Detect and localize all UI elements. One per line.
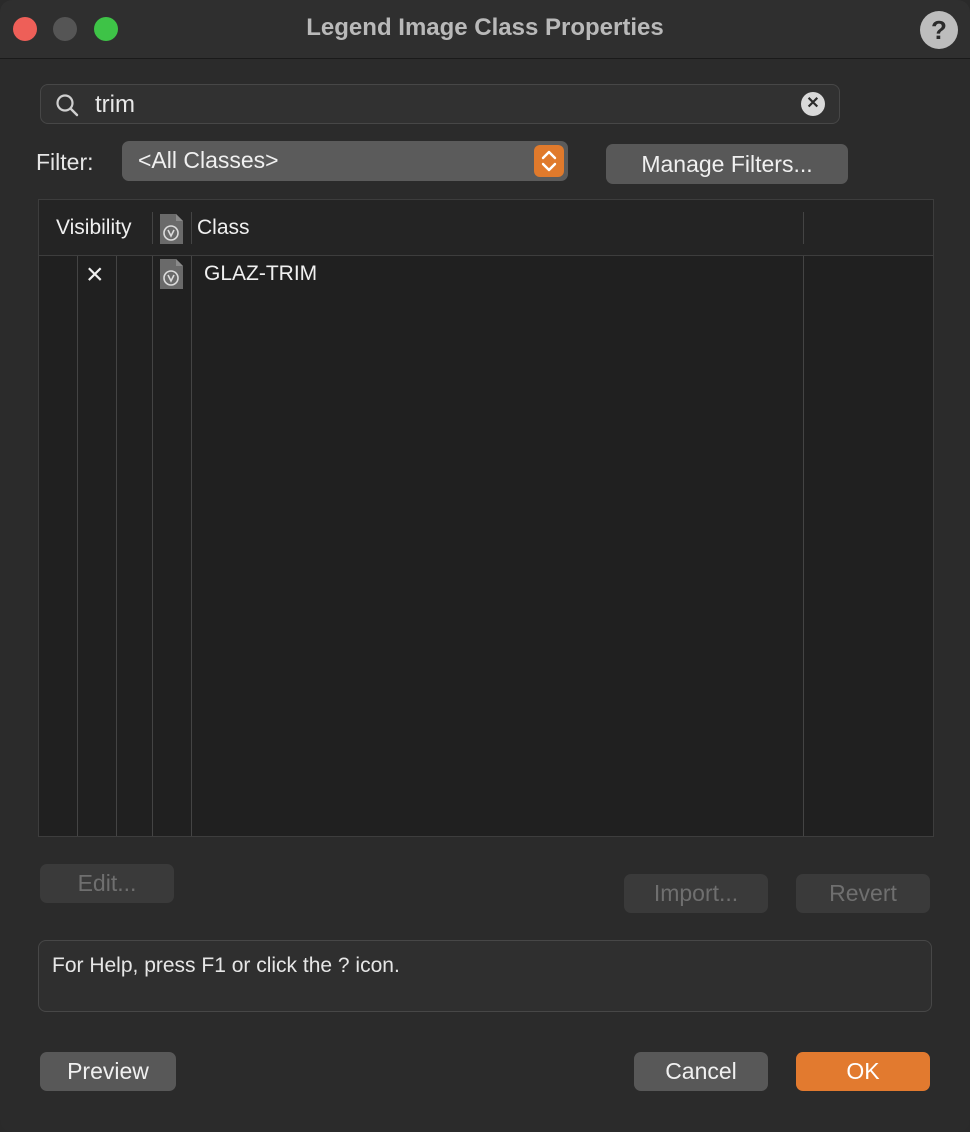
document-v-icon xyxy=(158,258,184,295)
window-title: Legend Image Class Properties xyxy=(306,14,664,41)
column-divider xyxy=(77,256,78,836)
edit-button[interactable]: Edit... xyxy=(40,864,174,903)
search-field[interactable]: trim ✕ xyxy=(40,84,840,124)
column-divider xyxy=(191,256,192,836)
visibility-toggle[interactable]: × xyxy=(86,258,104,292)
document-v-icon xyxy=(158,213,184,250)
clear-search-icon[interactable]: ✕ xyxy=(801,92,825,116)
dialog-window: Legend Image Class Properties ? trim ✕ F… xyxy=(0,0,970,1132)
column-header-visibility[interactable]: Visibility xyxy=(56,216,131,240)
title-bar: Legend Image Class Properties ? xyxy=(0,0,970,59)
ok-button[interactable]: OK xyxy=(796,1052,930,1091)
search-icon xyxy=(56,94,79,117)
filter-select[interactable]: <All Classes> xyxy=(122,141,568,181)
search-input-value[interactable]: trim xyxy=(95,91,135,119)
class-table: Visibility Class × GLAZ-TRIM xyxy=(38,199,934,837)
class-name-cell[interactable]: GLAZ-TRIM xyxy=(204,262,317,286)
help-status-box: For Help, press F1 or click the ? icon. xyxy=(38,940,932,1012)
cancel-button[interactable]: Cancel xyxy=(634,1052,768,1091)
revert-button[interactable]: Revert xyxy=(796,874,930,913)
preview-button[interactable]: Preview xyxy=(40,1052,176,1091)
column-header-class[interactable]: Class xyxy=(197,216,250,240)
table-header: Visibility Class xyxy=(39,200,933,256)
status-text: For Help, press F1 or click the ? icon. xyxy=(52,954,400,977)
chevron-updown-icon xyxy=(534,145,564,177)
manage-filters-button[interactable]: Manage Filters... xyxy=(606,144,848,184)
header-divider xyxy=(191,212,192,244)
help-button[interactable]: ? xyxy=(920,11,958,49)
header-divider xyxy=(803,212,804,244)
column-divider xyxy=(116,256,117,836)
filter-selected-value: <All Classes> xyxy=(138,147,279,173)
header-divider xyxy=(152,212,153,244)
import-button[interactable]: Import... xyxy=(624,874,768,913)
filter-label: Filter: xyxy=(36,149,94,175)
column-divider xyxy=(152,256,153,836)
column-divider xyxy=(803,256,804,836)
